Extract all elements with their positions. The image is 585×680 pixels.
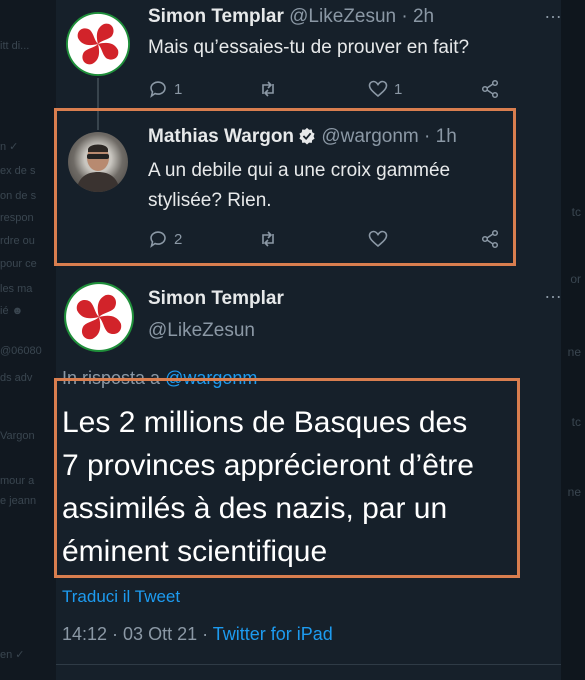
reply-icon xyxy=(150,231,166,248)
share-icon xyxy=(481,79,499,99)
tweet2-separator: · xyxy=(418,126,436,147)
retweet-icon xyxy=(262,231,274,247)
tweet1-actions: 1 1 xyxy=(148,79,500,99)
tweet-thread: Simon Templar @LikeZesun · 2h … Mais qu’… xyxy=(54,0,563,680)
like-icon xyxy=(368,80,388,98)
tweet3-text-line1: Les 2 millions de Basques des xyxy=(62,406,468,439)
retweet-icon xyxy=(262,81,274,97)
tweet1-text: Mais qu’essaies-tu de prouver en fait? xyxy=(148,37,470,58)
divider xyxy=(56,664,561,665)
reply-button[interactable]: 2 xyxy=(148,229,258,249)
tweet3-name[interactable]: Simon Templar xyxy=(148,288,284,310)
like-button[interactable]: 1 xyxy=(368,79,480,99)
tweet3-source[interactable]: Twitter for iPad xyxy=(213,624,333,644)
ikurrina-icon xyxy=(76,294,122,340)
tweet2-time[interactable]: 1h xyxy=(436,126,457,147)
more-icon[interactable]: … xyxy=(544,2,563,23)
translate-tweet-link[interactable]: Traduci il Tweet xyxy=(62,587,180,607)
avatar-mathias-wargon[interactable] xyxy=(68,132,128,192)
tweet1-time[interactable]: 2h xyxy=(413,6,434,27)
more-icon[interactable]: … xyxy=(544,282,563,303)
background-left-column: itt di... n ✓ ex de s on de s respon rdr… xyxy=(0,0,56,680)
share-icon xyxy=(481,229,499,249)
tweet3-text-line3: assimilés à des nazis, par un xyxy=(62,492,448,525)
tweet1-author[interactable]: Simon Templar @LikeZesun · 2h xyxy=(148,6,434,28)
tweet3-meta: 14:12 · 03 Ott 21 · Twitter for iPad xyxy=(62,624,333,645)
tweet3-timestamp[interactable]: 14:12 · 03 Ott 21 · xyxy=(62,624,208,644)
avatar-simon-templar[interactable] xyxy=(66,12,130,76)
tweet2-name[interactable]: Mathias Wargon xyxy=(148,126,294,147)
share-button[interactable] xyxy=(480,79,500,99)
retweet-button[interactable] xyxy=(258,229,368,249)
tweet2-author[interactable]: Mathias Wargon @wargonm · 1h xyxy=(148,126,457,148)
tweet1-handle[interactable]: @LikeZesun xyxy=(289,6,396,27)
profile-photo-icon xyxy=(76,144,120,192)
tweet3-handle[interactable]: @LikeZesun xyxy=(148,320,255,342)
reply-count: 1 xyxy=(174,80,183,98)
like-button[interactable] xyxy=(368,229,480,249)
reply-icon xyxy=(150,81,166,98)
tweet2-text: A un debile qui a une croix gammée styli… xyxy=(148,156,450,216)
tweet3-text-line2: 7 provinces apprécieront d’être xyxy=(62,449,474,482)
like-count: 1 xyxy=(394,80,403,98)
verified-badge-icon xyxy=(299,127,315,145)
tweet1-separator: · xyxy=(396,6,413,27)
reply-button[interactable]: 1 xyxy=(148,79,258,99)
tweet2-actions: 2 xyxy=(148,229,500,249)
reply-count: 2 xyxy=(174,230,183,248)
tweet2-handle[interactable]: @wargonm xyxy=(321,126,418,147)
avatar-simon-templar-main[interactable] xyxy=(64,282,134,352)
tweet2-text-line2: stylisée? Rien. xyxy=(148,190,272,211)
tweet3-text-line4: éminent scientifique xyxy=(62,535,328,568)
background-right-column: tc or ne tc ne xyxy=(561,0,585,680)
share-button[interactable] xyxy=(480,229,500,249)
retweet-button[interactable] xyxy=(258,79,368,99)
like-icon xyxy=(368,230,388,248)
tweet3-text: Les 2 millions de Basques des 7 province… xyxy=(62,401,474,573)
tweet1-name[interactable]: Simon Templar xyxy=(148,6,284,27)
ikurrina-icon xyxy=(77,23,119,65)
tweet2-text-line1: A un debile qui a une croix gammée xyxy=(148,160,451,181)
